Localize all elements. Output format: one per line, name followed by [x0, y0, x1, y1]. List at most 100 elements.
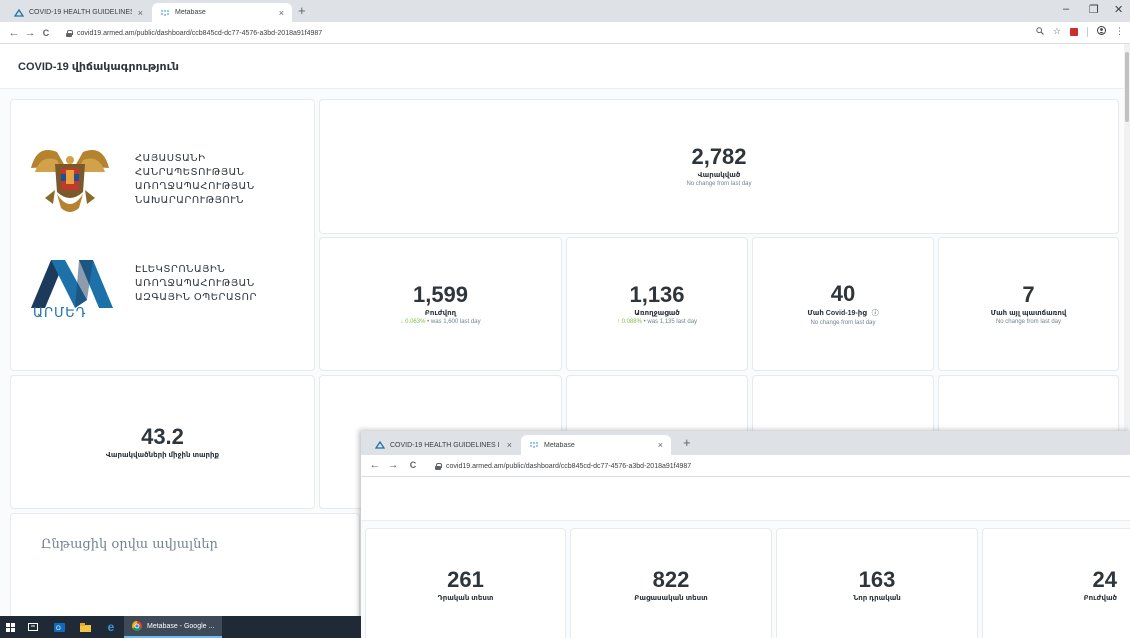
logos-card: ՀԱՅԱՍՏԱՆԻ ՀԱՆՐԱՊԵՏՈՒԹՅԱՆ ԱՌՈՂՋԱՊԱՀՈՒԹՅԱՆ…	[10, 99, 315, 371]
negative-tests-card[interactable]: 822 Բացասական տեստ	[570, 528, 772, 638]
tab-close-icon[interactable]: ×	[658, 440, 663, 450]
negative-tests-label: Բացասական տեստ	[634, 595, 708, 602]
recovered-card[interactable]: 1,136 Առողջացած ↑ 0.088% • was 1,135 las…	[566, 237, 748, 371]
average-age-card[interactable]: 43.2 Վարակվածների միջին տարիք	[10, 375, 315, 509]
armed-line-1: ԷԼԵԿՏՐՈՆԱՅԻՆ	[135, 264, 226, 275]
ministry-of-health-name: ՀԱՅԱՍՏԱՆԻ ՀԱՆՐԱՊԵՏՈՒԹՅԱՆ ԱՌՈՂՋԱՊԱՀՈՒԹՅԱՆ…	[135, 152, 314, 208]
positive-tests-value: 261	[447, 567, 484, 592]
back-icon[interactable]: ←	[367, 459, 383, 471]
extension-icon[interactable]	[1070, 27, 1078, 36]
svg-text:O: O	[56, 626, 61, 632]
lock-icon	[66, 29, 73, 37]
browser-tab-bar: COVID-19 HEALTH GUIDELINES I × Metabase …	[0, 0, 1130, 22]
tab-metabase[interactable]: Metabase ×	[152, 3, 292, 22]
maximize-icon[interactable]: ❐	[1089, 3, 1099, 16]
negative-tests-value: 822	[652, 567, 690, 592]
tab-close-icon[interactable]: ×	[279, 8, 284, 18]
deaths-covid-label-row: Մահ Covid-19-ից ⓘ	[807, 308, 878, 318]
deaths-other-label: Մահ այլ պատճառով	[990, 309, 1067, 317]
armed-logo: ԱՐՄԵԴ	[29, 252, 117, 322]
toolbar-divider	[1087, 26, 1088, 37]
overlay-browser-window: COVID-19 HEALTH GUIDELINES I × Metabase …	[361, 431, 1130, 638]
new-tab-button[interactable]: +	[683, 436, 691, 450]
deaths-other-value: 7	[1022, 281, 1035, 307]
task-view-icon[interactable]	[20, 616, 46, 638]
confirmed-card[interactable]: 2,782 Վարակված No change from last day	[319, 99, 1119, 234]
average-age-label: Վարակվածների միջին տարիք	[105, 451, 220, 459]
deaths-covid-card[interactable]: 40 Մահ Covid-19-ից ⓘ No change from last…	[752, 237, 934, 371]
recovering-change: ↓ 0.063% • was 1,600 last day	[400, 319, 480, 325]
confirmed-change: No change from last day	[686, 181, 752, 187]
armed-line-3: ԱԶԳԱՅԻՆ ՕՊԵՐԱՏՈՐ	[135, 292, 257, 303]
deaths-covid-change: No change from last day	[810, 319, 876, 326]
edge-browser-icon[interactable]: e	[98, 616, 124, 638]
tab-covid-guidelines[interactable]: COVID-19 HEALTH GUIDELINES I ×	[6, 3, 151, 22]
tab-close-icon[interactable]: ×	[507, 440, 512, 450]
bookmark-star-icon[interactable]: ☆	[1053, 26, 1061, 37]
recovered-change: ↑ 0.088% • was 1,135 last day	[617, 319, 697, 325]
positive-tests-label: Դրական տեստ	[437, 595, 494, 602]
menu-kebab-icon[interactable]: ⋮	[1115, 26, 1124, 37]
deaths-covid-value: 40	[830, 280, 856, 306]
recovered-previous: • was 1,135 last day	[641, 318, 698, 325]
windows-taskbar: O e Metabase - Google ...	[0, 616, 361, 638]
new-tab-button[interactable]: +	[298, 4, 306, 18]
close-window-icon[interactable]: ✕	[1114, 3, 1123, 16]
average-age-value: 43.2	[141, 423, 184, 449]
recovered-today-card[interactable]: 24 Բուժված	[982, 528, 1130, 638]
taskbar-chrome-window[interactable]: Metabase - Google ...	[124, 616, 223, 638]
recovered-today-label: Բուժված	[1083, 595, 1117, 602]
windows-start-icon[interactable]	[0, 616, 20, 638]
reload-icon[interactable]: C	[405, 460, 421, 470]
scrollbar-thumb[interactable]	[1125, 52, 1129, 122]
address-bar: ← → C covid19.armed.am/public/dashboard/…	[0, 22, 1130, 44]
recovered-value: 1,136	[629, 281, 685, 307]
browser-toolbar-icons: ☆ ⋮	[1036, 26, 1124, 37]
file-explorer-icon[interactable]	[72, 616, 98, 638]
metabase-favicon-icon	[160, 9, 170, 17]
overlay-dashboard-page: 261 Դրական տեստ 822 Բացասական տեստ 163 Ն…	[361, 477, 1130, 638]
armed-wordmark: ԱՐՄԵԴ	[33, 305, 87, 320]
taskbar-chrome-label: Metabase - Google ...	[147, 622, 215, 630]
recovered-label: Առողջացած	[634, 309, 680, 317]
new-positive-label: Նոր դրական	[853, 595, 901, 602]
tab-metabase[interactable]: Metabase ×	[521, 435, 671, 455]
tab-label: COVID-19 HEALTH GUIDELINES I	[29, 9, 132, 16]
url-text: covid19.armed.am/public/dashboard/ccb845…	[77, 29, 323, 37]
metabase-favicon-icon	[529, 441, 539, 449]
deaths-other-card[interactable]: 7 Մահ այլ պատճառով No change from last d…	[938, 237, 1119, 371]
arrow-up-icon: ↑	[616, 318, 620, 325]
section-title: Ընթացիկ օրվա ավյալներ	[41, 537, 218, 552]
ministry-line-3: ՆԱԽԱՐԱՐՈՒԹՅՈՒՆ	[135, 195, 244, 206]
profile-icon[interactable]	[1097, 26, 1106, 37]
ministry-line-2: ԱՌՈՂՋԱՊԱՀՈՒԹՅԱՆ	[135, 181, 255, 192]
outlook-icon[interactable]: O	[46, 616, 72, 638]
tab-close-icon[interactable]: ×	[138, 8, 143, 18]
armenia-coat-of-arms-icon	[27, 138, 113, 218]
confirmed-value: 2,782	[691, 144, 747, 169]
back-icon[interactable]: ←	[6, 27, 22, 39]
new-positive-card[interactable]: 163 Նոր դրական	[776, 528, 978, 638]
overlay-dashboard-header	[361, 477, 1130, 521]
new-positive-value: 163	[858, 567, 896, 592]
minimize-icon[interactable]: –	[1063, 3, 1069, 15]
covid-guidelines-favicon-icon	[14, 8, 24, 17]
covid-guidelines-favicon-icon	[375, 441, 385, 449]
ministry-line-1: ՀԱՅԱՍՏԱՆԻ ՀԱՆՐԱՊԵՏՈՒԹՅԱՆ	[135, 153, 245, 178]
recovering-previous: • was 1,600 last day	[425, 318, 481, 325]
recovered-today-value: 24	[1092, 567, 1117, 592]
tab-label: COVID-19 HEALTH GUIDELINES I	[390, 441, 500, 449]
positive-tests-card[interactable]: 261 Դրական տեստ	[365, 528, 566, 638]
reload-icon[interactable]: C	[38, 28, 54, 38]
info-icon[interactable]: ⓘ	[872, 310, 879, 317]
armed-operator-name: ԷԼԵԿՏՐՈՆԱՅԻՆ ԱՌՈՂՋԱՊԱՀՈՒԹՅԱՆ ԱԶԳԱՅԻՆ ՕՊԵ…	[135, 263, 257, 305]
url-field[interactable]: covid19.armed.am/public/dashboard/ccb845…	[66, 25, 1040, 41]
lock-icon	[435, 462, 442, 470]
url-field[interactable]: covid19.armed.am/public/dashboard/ccb845…	[435, 458, 1120, 474]
forward-icon[interactable]: →	[22, 27, 38, 39]
tab-covid-guidelines[interactable]: COVID-19 HEALTH GUIDELINES I ×	[367, 435, 520, 455]
recovering-change-pct: 0.063%	[405, 318, 426, 325]
recovering-card[interactable]: 1,599 Բուժվող ↓ 0.063% • was 1,600 last …	[319, 237, 562, 371]
forward-icon[interactable]: →	[385, 459, 401, 471]
zoom-icon[interactable]	[1036, 26, 1044, 37]
